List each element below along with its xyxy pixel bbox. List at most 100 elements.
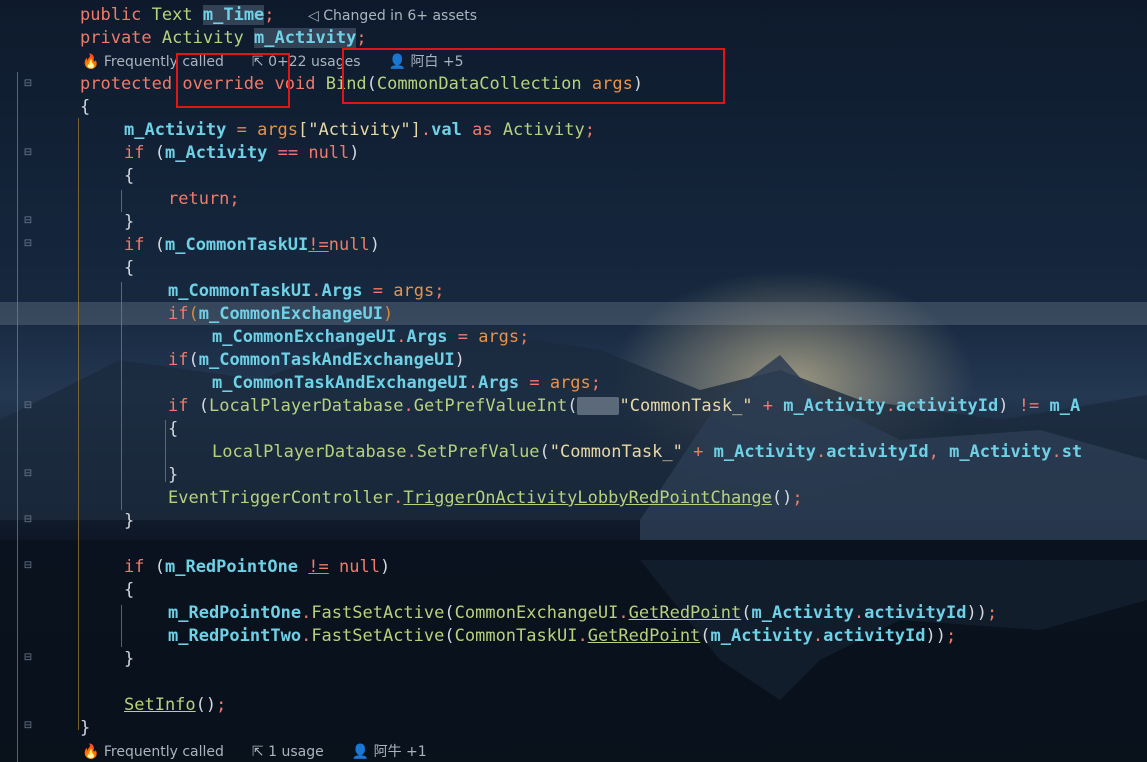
field-name: m_Activity (751, 603, 854, 623)
brace: { (124, 258, 135, 278)
field-name: m_Activity (164, 143, 268, 163)
code-line[interactable]: SetInfo(); (124, 694, 226, 717)
code-line[interactable]: } (80, 717, 90, 740)
code-line[interactable]: if(m_CommonTaskAndExchangeUI) (168, 349, 465, 372)
method-name: FastSetActive (311, 626, 445, 646)
fold-toggle-icon[interactable]: ⊟ (22, 238, 34, 250)
blurred-parameter-hint (577, 397, 620, 415)
code-line[interactable]: if (LocalPlayerDatabase.GetPrefValueInt(… (168, 395, 1080, 418)
code-line[interactable]: m_RedPointOne.FastSetActive(CommonExchan… (168, 602, 997, 625)
field-name: m_A (1049, 396, 1081, 416)
keyword: null (339, 557, 380, 577)
code-line[interactable]: m_CommonExchangeUI.Args = args; (212, 326, 529, 349)
type-name: Activity (502, 120, 585, 140)
parameter: args (257, 120, 299, 140)
code-line[interactable]: if (m_RedPointOne != null) (124, 556, 390, 579)
usages-label: 1 usage (268, 744, 324, 760)
indent-guide (121, 190, 122, 212)
code-line[interactable]: if(m_CommonExchangeUI) (168, 303, 393, 326)
method-name: FastSetActive (311, 603, 445, 623)
field-name: m_CommonTaskUI (164, 235, 309, 255)
field-name: m_Activity (713, 442, 816, 462)
fold-toggle-icon[interactable]: ⊟ (22, 400, 34, 412)
fold-toggle-icon[interactable]: ⊟ (22, 468, 34, 480)
code-line[interactable]: m_CommonTaskAndExchangeUI.Args = args; (212, 372, 601, 395)
fold-toggle-icon[interactable]: ⊟ (22, 215, 34, 227)
indent-guide (17, 72, 18, 762)
code-line[interactable]: { (168, 418, 178, 441)
brace: { (124, 580, 135, 600)
code-line[interactable]: m_CommonTaskUI.Args = args; (168, 280, 444, 303)
fold-toggle-icon[interactable]: ⊟ (22, 720, 34, 732)
punctuation: ; (264, 5, 275, 25)
indent-guide (165, 420, 166, 482)
fold-toggle-icon[interactable]: ⊟ (22, 147, 34, 159)
authors-link[interactable]: 👤 阿牛 +1 (352, 744, 441, 760)
code-line[interactable]: { (124, 165, 134, 188)
frequently-called[interactable]: 🔥 Frequently called (82, 744, 238, 760)
next-method-codelens[interactable]: 🔥 Frequently called ⇱ 1 usage 👤 阿牛 +1 (82, 743, 455, 761)
editor-gutter: ⊟ ⊟ ⊟ ⊟ ⊟ ⊟ ⊟ ⊟ ⊟ ⊟ (0, 0, 166, 762)
property-name: activityId (895, 396, 999, 416)
parameter: args (478, 327, 520, 347)
keyword: if (168, 304, 189, 324)
type-name: Text (151, 5, 193, 25)
field-name: m_CommonTaskAndExchangeUI (198, 350, 455, 370)
code-line[interactable]: m_RedPointTwo.FastSetActive(CommonTaskUI… (168, 625, 956, 648)
field-name: m_CommonExchangeUI (212, 327, 397, 347)
brace: } (124, 511, 135, 531)
keyword: if (168, 350, 189, 370)
string-literal: "CommonTask_" (619, 396, 753, 416)
operator: = (226, 120, 258, 140)
method-name[interactable]: GetRedPoint (588, 626, 701, 646)
fold-toggle-icon[interactable]: ⊟ (22, 78, 34, 90)
code-line[interactable]: { (124, 579, 134, 602)
changed-hint[interactable]: ◁ Changed in 6+ assets (308, 7, 491, 25)
keyword: return (168, 189, 230, 209)
indent-guide (78, 118, 79, 730)
string-literal: "CommonTask_" (549, 442, 683, 462)
method-name[interactable]: TriggerOnActivityLobbyRedPointChange (403, 488, 771, 508)
method-name[interactable]: SetInfo (124, 695, 196, 715)
code-line[interactable]: } (124, 648, 134, 671)
type-name: LocalPlayerDatabase (208, 396, 404, 416)
keyword: if (124, 143, 145, 163)
code-line[interactable]: return; (168, 188, 240, 211)
keyword: public (80, 5, 142, 25)
code-line[interactable]: EventTriggerController.TriggerOnActivity… (168, 487, 803, 510)
code-line[interactable]: public Text m_Time; (80, 4, 275, 27)
fold-toggle-icon[interactable]: ⊟ (22, 514, 34, 526)
code-line[interactable]: m_Activity = args["Activity"].val as Act… (124, 119, 595, 142)
usages-link[interactable]: ⇱ 1 usage (252, 744, 338, 760)
code-line[interactable]: } (124, 510, 134, 533)
field-name: m_RedPointTwo (168, 626, 302, 646)
operator: == (277, 143, 299, 163)
operator: != (308, 557, 329, 577)
operator: != (1018, 396, 1040, 416)
code-line[interactable]: } (168, 464, 178, 487)
method-name[interactable]: GetRedPoint (629, 603, 742, 623)
code-line[interactable]: if (m_Activity == null) (124, 142, 360, 165)
field-name: m_CommonTaskAndExchangeUI (212, 373, 468, 393)
code-line[interactable]: } (124, 211, 134, 234)
method-name: GetPrefValueInt (413, 396, 568, 416)
type-name: Activity (161, 28, 244, 48)
fold-toggle-icon[interactable]: ⊟ (22, 560, 34, 572)
code-line[interactable]: { (80, 96, 90, 119)
property-name: st (1061, 442, 1083, 462)
keyword: null (308, 143, 350, 163)
code-line[interactable]: private Activity m_Activity; (80, 27, 367, 50)
punctuation: ; (356, 28, 367, 48)
keyword: if (124, 557, 145, 577)
code-line[interactable]: { (124, 257, 134, 280)
parameter: args (549, 373, 591, 393)
code-line[interactable]: LocalPlayerDatabase.SetPrefValue("Common… (212, 441, 1082, 464)
brace: } (124, 649, 135, 669)
keyword: as (472, 120, 493, 140)
code-line[interactable]: if (m_CommonTaskUI!=null) (124, 234, 380, 257)
fold-toggle-icon[interactable]: ⊟ (22, 652, 34, 664)
field-name: m_CommonTaskUI (168, 281, 312, 301)
string-literal: ["Activity"] (298, 120, 421, 140)
property-name: val (431, 120, 462, 140)
keyword: private (80, 28, 152, 48)
